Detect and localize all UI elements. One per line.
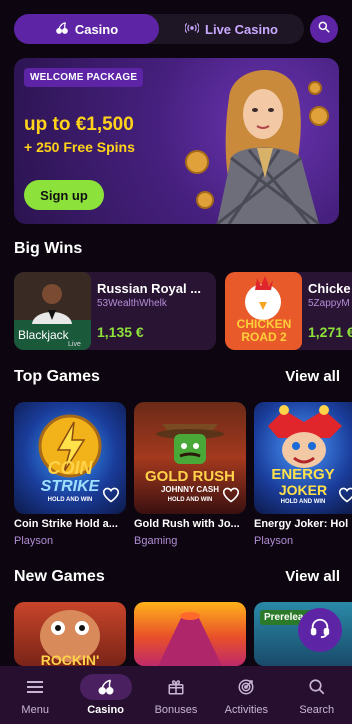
top-games-title: Top Games (14, 368, 100, 385)
game-tile-provider: Bgaming (134, 535, 178, 547)
promo-amount: up to €1,500 (24, 114, 134, 135)
live-thumb-label: Live (68, 341, 81, 348)
welcome-banner[interactable]: WELCOME PACKAGE up to €1,500 + 250 Free … (14, 58, 339, 224)
big-win-card[interactable]: CHICKEN ROAD 2 Chicke 5ZappyM 1,271 € (225, 272, 352, 350)
nav-casino[interactable]: Casino (74, 674, 138, 716)
big-win-username: 53WealthWhelk (97, 298, 167, 309)
casino-mode-switcher: Casino Live Casino (14, 14, 304, 44)
search-icon (317, 20, 331, 39)
nav-menu[interactable]: Menu (3, 674, 67, 716)
big-win-amount: 1,135 € (97, 324, 144, 340)
promo-free-spins: + 250 Free Spins (24, 139, 135, 155)
big-win-amount: 1,271 € (308, 324, 352, 340)
blackjack-thumb-label: Blackjack (18, 328, 69, 342)
big-win-thumbnail: Blackjack Live (14, 272, 91, 350)
banner-hero-image (169, 58, 339, 224)
live-signal-icon (184, 22, 200, 37)
game-tile-name: Energy Joker: Hol (254, 518, 349, 530)
game-tile-energy-joker[interactable]: ENERGY JOKER HOLD AND WIN (254, 402, 352, 514)
game-art-title: COIN (47, 458, 93, 478)
nav-search[interactable]: Search (285, 674, 349, 716)
game-tile-gold-rush[interactable]: GOLD RUSH JOHNNY CASH HOLD AND WIN (134, 402, 246, 514)
game-tile-provider: Playson (14, 535, 54, 547)
big-win-card[interactable]: Blackjack Live Russian Royal ... 53Wealt… (14, 272, 216, 350)
target-icon (220, 674, 272, 700)
new-games-view-all-link[interactable]: View all (285, 568, 340, 585)
favorite-heart-icon[interactable] (338, 487, 352, 508)
big-win-game-name: Chicke (308, 281, 351, 296)
game-tile-new[interactable] (134, 602, 246, 666)
tab-live-casino[interactable]: Live Casino (159, 14, 304, 44)
cherries-icon (79, 674, 132, 700)
game-art-title: GOLD RUSH (145, 468, 235, 485)
nav-bonuses-label: Bonuses (154, 704, 198, 716)
nav-search-label: Search (299, 704, 335, 716)
signup-button[interactable]: Sign up (24, 180, 104, 210)
big-win-username: 5ZappyM (308, 298, 350, 309)
top-bar: Casino Live Casino (14, 14, 338, 44)
big-win-thumbnail: CHICKEN ROAD 2 (225, 272, 302, 350)
game-tile-new[interactable]: ROCKIN' (14, 602, 126, 666)
game-tile-name: Coin Strike Hold a... (14, 518, 118, 530)
top-search-button[interactable] (310, 15, 338, 43)
tab-casino[interactable]: Casino (14, 14, 159, 44)
bottom-navigation: Menu Casino Bonuses Activities Search (0, 666, 352, 724)
game-art-title: ENERGY (271, 466, 335, 483)
nav-activities[interactable]: Activities (214, 674, 278, 716)
game-tile-provider: Playson (254, 535, 294, 547)
big-wins-title: Big Wins (14, 240, 83, 257)
headset-icon (309, 617, 331, 644)
nav-activities-label: Activities (224, 704, 269, 716)
welcome-package-tag: WELCOME PACKAGE (24, 68, 144, 87)
gift-icon (150, 674, 202, 700)
game-tile-coin-strike[interactable]: COIN STRIKE HOLD AND WIN (14, 402, 126, 514)
nav-bonuses[interactable]: Bonuses (144, 674, 208, 716)
support-chat-button[interactable] (298, 608, 342, 652)
favorite-heart-icon[interactable] (102, 487, 120, 508)
game-tile-name: Gold Rush with Jo... (134, 518, 240, 530)
nav-casino-label: Casino (87, 704, 124, 716)
top-games-view-all-link[interactable]: View all (285, 368, 340, 385)
search-icon (291, 674, 343, 700)
game-art-title: ROCKIN' (40, 652, 100, 666)
chicken-road-thumb-label: CHICKEN ROAD 2 (236, 317, 292, 344)
nav-menu-label: Menu (21, 704, 49, 716)
favorite-heart-icon[interactable] (222, 487, 240, 508)
big-win-game-name: Russian Royal ... (97, 281, 202, 296)
tab-live-casino-label: Live Casino (205, 21, 278, 37)
cherries-icon (55, 21, 69, 38)
new-games-title: New Games (14, 568, 105, 585)
tab-casino-label: Casino (74, 21, 119, 37)
menu-icon (9, 674, 61, 700)
